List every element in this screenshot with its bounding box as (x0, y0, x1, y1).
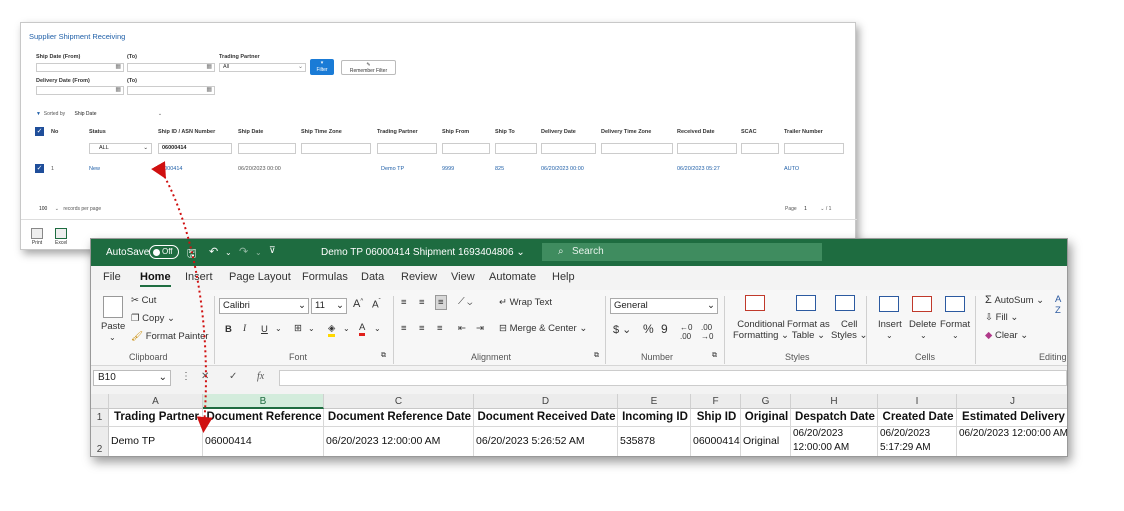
annotation-arrow (151, 161, 213, 433)
